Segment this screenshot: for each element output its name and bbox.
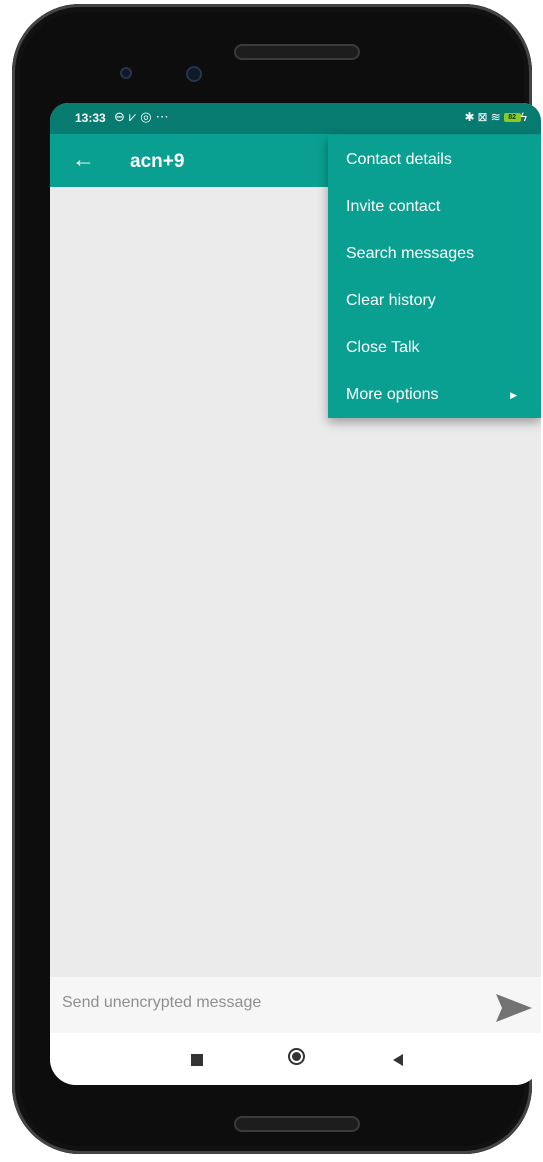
menu-item-more-options[interactable]: More options ▶ (328, 372, 541, 418)
link-icon: ⊖ (114, 109, 129, 124)
menu-item-label: Invite contact (346, 198, 441, 215)
menu-item-invite-contact[interactable]: Invite contact (328, 184, 541, 230)
phone-frame: 13:33 ⊖⩗◎⋯ ✱⊠≋ 82 ϟ ← acn+9 Contact detail… (12, 4, 541, 1154)
menu-item-label: Search messages (346, 245, 475, 262)
charging-icon: ϟ (520, 110, 530, 124)
phone-screen: 13:33 ⊖⩗◎⋯ ✱⊠≋ 82 ϟ ← acn+9 Contact detail… (50, 103, 541, 1085)
status-left-icons: ⊖⩗◎⋯ (114, 109, 173, 125)
send-icon[interactable] (495, 992, 533, 1024)
menu-item-label: Contact details (346, 151, 452, 168)
menu-item-clear-history[interactable]: Clear history (328, 278, 541, 324)
menu-item-search-messages[interactable]: Search messages (328, 231, 541, 277)
battery-icon: 82 (503, 113, 521, 123)
navigation-bar (50, 1033, 541, 1085)
status-bar: 13:33 ⊖⩗◎⋯ ✱⊠≋ 82 ϟ (50, 103, 541, 134)
back-arrow-icon[interactable]: ← (72, 147, 95, 171)
status-right-icons: ✱⊠≋ 82 ϟ (464, 110, 530, 124)
download-done-icon: ⩗ (128, 109, 141, 124)
home-icon[interactable] (288, 1048, 305, 1065)
status-time: 13:33 (75, 111, 106, 125)
bottom-speaker (234, 1116, 360, 1132)
menu-item-label: Clear history (346, 292, 436, 309)
front-camera (186, 66, 202, 82)
menu-item-label: More options (346, 386, 439, 403)
menu-item-contact-details[interactable]: Contact details (328, 137, 541, 183)
submenu-chevron-icon: ▶ (510, 390, 517, 400)
front-sensor (120, 67, 132, 79)
recents-icon[interactable] (191, 1054, 203, 1066)
wifi-icon: ≋ (490, 110, 504, 124)
menu-item-close-talk[interactable]: Close Talk (328, 325, 541, 371)
overflow-menu: Contact details Invite contact Search me… (328, 135, 541, 418)
top-speaker (234, 44, 360, 60)
back-icon[interactable] (393, 1054, 403, 1066)
chat-title: acn+9 (130, 151, 185, 172)
message-input[interactable] (60, 993, 464, 1013)
sim-icon: ⊠ (477, 110, 491, 124)
bluetooth-icon: ✱ (464, 110, 478, 124)
more-dots-icon: ⋯ (155, 109, 173, 124)
message-composer (50, 977, 541, 1033)
menu-item-label: Close Talk (346, 339, 420, 356)
vpn-icon: ◎ (140, 109, 156, 124)
